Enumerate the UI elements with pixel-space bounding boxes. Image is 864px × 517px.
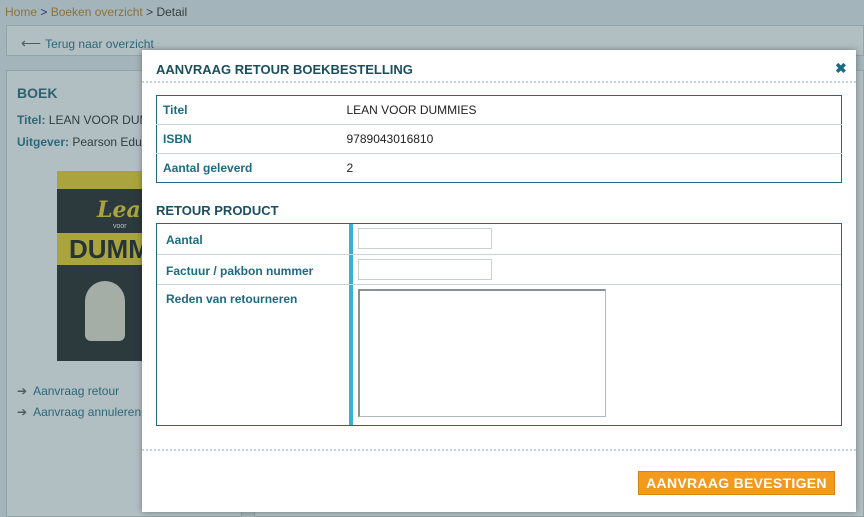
table-row: Aantal geleverd 2 bbox=[156, 153, 842, 183]
quantity-input[interactable] bbox=[358, 228, 492, 249]
info-label-isbn: ISBN bbox=[156, 124, 341, 154]
info-value-aantal-geleverd: 2 bbox=[340, 153, 842, 183]
form-row-quantity: Aantal bbox=[157, 224, 841, 254]
reason-label: Reden van retourneren bbox=[166, 292, 298, 306]
form-row-reason: Reden van retourneren bbox=[157, 284, 841, 425]
modal-title: AANVRAAG RETOUR BOEKBESTELLING bbox=[156, 62, 413, 77]
return-form: Aantal Factuur / pakbon nummer Reden van… bbox=[156, 223, 842, 426]
close-icon[interactable]: ✖ bbox=[835, 60, 847, 77]
table-row: Titel LEAN VOOR DUMMIES bbox=[157, 96, 842, 125]
form-row-invoice: Factuur / pakbon nummer bbox=[157, 254, 841, 284]
table-row: ISBN 9789043016810 bbox=[156, 124, 842, 154]
info-label-titel: Titel bbox=[163, 103, 188, 117]
invoice-number-input[interactable] bbox=[358, 259, 492, 280]
divider bbox=[142, 449, 856, 451]
field-accent-bar bbox=[349, 255, 353, 284]
confirm-request-button[interactable]: AANVRAAG BEVESTIGEN bbox=[638, 471, 835, 495]
divider bbox=[142, 81, 856, 83]
info-label-aantal-geleverd: Aantal geleverd bbox=[156, 153, 341, 183]
return-request-modal: AANVRAAG RETOUR BOEKBESTELLING ✖ Titel L… bbox=[142, 50, 856, 512]
info-value-isbn: 9789043016810 bbox=[340, 124, 842, 154]
section-title-retour-product: RETOUR PRODUCT bbox=[156, 203, 279, 218]
invoice-label: Factuur / pakbon nummer bbox=[166, 264, 314, 278]
info-value-titel: LEAN VOOR DUMMIES bbox=[346, 103, 477, 117]
reason-textarea[interactable] bbox=[358, 289, 606, 417]
order-info-table: Titel LEAN VOOR DUMMIES ISBN 97890430168… bbox=[156, 95, 842, 183]
field-accent-bar bbox=[349, 224, 353, 254]
field-accent-bar bbox=[349, 285, 353, 425]
quantity-label: Aantal bbox=[166, 233, 203, 247]
